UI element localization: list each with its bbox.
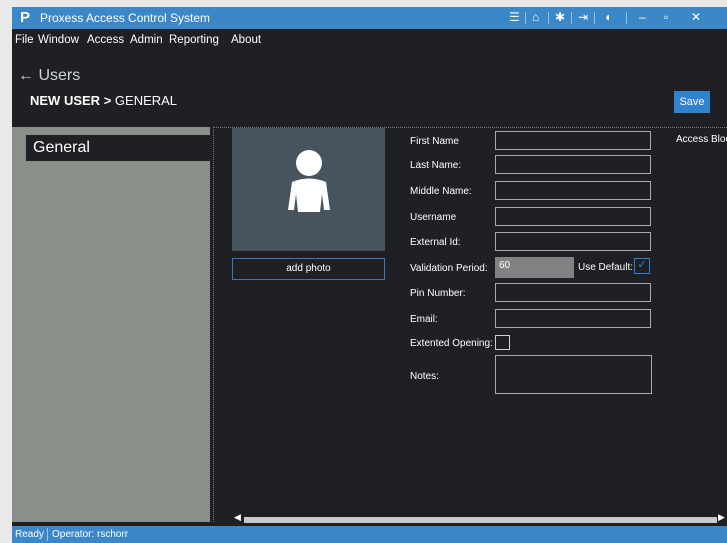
window-title: Proxess Access Control System bbox=[40, 11, 211, 25]
home-icon[interactable]: ⌂ bbox=[532, 10, 539, 24]
minimize-icon[interactable]: ‒ bbox=[639, 10, 646, 24]
last-name-label: Last Name: bbox=[410, 160, 462, 171]
pin-number-field[interactable] bbox=[495, 283, 651, 302]
notes-field[interactable] bbox=[495, 355, 652, 394]
menu-about[interactable]: About bbox=[231, 34, 261, 46]
divider bbox=[594, 12, 595, 24]
breadcrumb: NEW USER > GENERAL bbox=[30, 93, 177, 108]
menu-access[interactable]: Access bbox=[87, 34, 124, 46]
first-name-field[interactable] bbox=[495, 131, 651, 150]
scroll-left-icon[interactable]: ◀ bbox=[234, 512, 241, 523]
divider bbox=[525, 12, 526, 24]
gear-icon[interactable]: ✱ bbox=[555, 10, 565, 24]
validation-period-label: Validation Period: bbox=[410, 263, 488, 274]
scroll-right-icon[interactable]: ▶ bbox=[718, 512, 725, 523]
divider bbox=[548, 12, 549, 24]
divider bbox=[571, 12, 572, 24]
status-bar: Ready Operator: rschorr bbox=[12, 526, 727, 543]
username-field[interactable] bbox=[495, 207, 651, 226]
user-photo bbox=[232, 128, 385, 251]
validation-period-field[interactable]: 60 bbox=[495, 257, 574, 278]
save-button[interactable]: Save bbox=[674, 91, 710, 113]
user-avatar-icon bbox=[288, 150, 330, 212]
bell-icon[interactable]: ◖ bbox=[604, 10, 611, 24]
divider bbox=[626, 12, 627, 24]
menu-reporting[interactable]: Reporting bbox=[169, 34, 219, 46]
use-default-label: Use Default: bbox=[578, 262, 634, 273]
sidebar: General bbox=[12, 127, 210, 522]
scrollbar-thumb[interactable] bbox=[244, 517, 717, 523]
app-logo: P bbox=[20, 9, 31, 26]
extended-opening-checkbox[interactable] bbox=[495, 335, 510, 350]
pin-number-label: Pin Number: bbox=[410, 288, 466, 299]
logout-icon[interactable]: ⇥ bbox=[578, 10, 588, 24]
app-window: P Proxess Access Control System ☰ ⌂ ✱ ⇥ … bbox=[12, 7, 727, 543]
title-bar: P Proxess Access Control System ☰ ⌂ ✱ ⇥ … bbox=[12, 7, 727, 29]
menu-bar: File Window Access Admin Reporting About bbox=[12, 29, 727, 51]
close-icon[interactable]: ✕ bbox=[691, 10, 701, 24]
hamburger-icon[interactable]: ☰ bbox=[509, 10, 520, 24]
breadcrumb-separator: > bbox=[103, 93, 112, 108]
back-label: Users bbox=[38, 67, 81, 84]
status-operator: Operator: rschorr bbox=[52, 529, 129, 540]
external-id-label: External Id: bbox=[410, 237, 461, 248]
maximize-icon[interactable]: ▫ bbox=[664, 10, 668, 24]
menu-admin[interactable]: Admin bbox=[130, 34, 163, 46]
access-block-label: Access Block bbox=[676, 134, 727, 145]
back-link[interactable]: ← Users bbox=[18, 67, 80, 85]
menu-window[interactable]: Window bbox=[38, 34, 79, 46]
username-label: Username bbox=[410, 212, 457, 223]
email-field[interactable] bbox=[495, 309, 651, 328]
middle-name-field[interactable] bbox=[495, 181, 651, 200]
add-photo-button[interactable]: add photo bbox=[232, 258, 385, 280]
external-id-field[interactable] bbox=[495, 232, 651, 251]
breadcrumb-sub: GENERAL bbox=[114, 93, 178, 108]
middle-name-label: Middle Name: bbox=[410, 186, 472, 197]
sidebar-item-general[interactable]: General bbox=[26, 135, 210, 161]
status-ready: Ready bbox=[15, 529, 44, 540]
use-default-checkbox[interactable]: ✓ bbox=[634, 258, 650, 274]
notes-label: Notes: bbox=[410, 371, 439, 382]
email-label: Email: bbox=[410, 314, 438, 325]
divider bbox=[47, 528, 48, 541]
checkmark-icon: ✓ bbox=[637, 259, 647, 271]
menu-file[interactable]: File bbox=[15, 34, 34, 46]
breadcrumb-main: NEW USER bbox=[30, 93, 101, 108]
arrow-left-icon: ← bbox=[18, 67, 34, 84]
extended-opening-label: Extented Opening: bbox=[410, 338, 493, 349]
first-name-label: First Name bbox=[410, 136, 459, 147]
last-name-field[interactable] bbox=[495, 155, 651, 174]
